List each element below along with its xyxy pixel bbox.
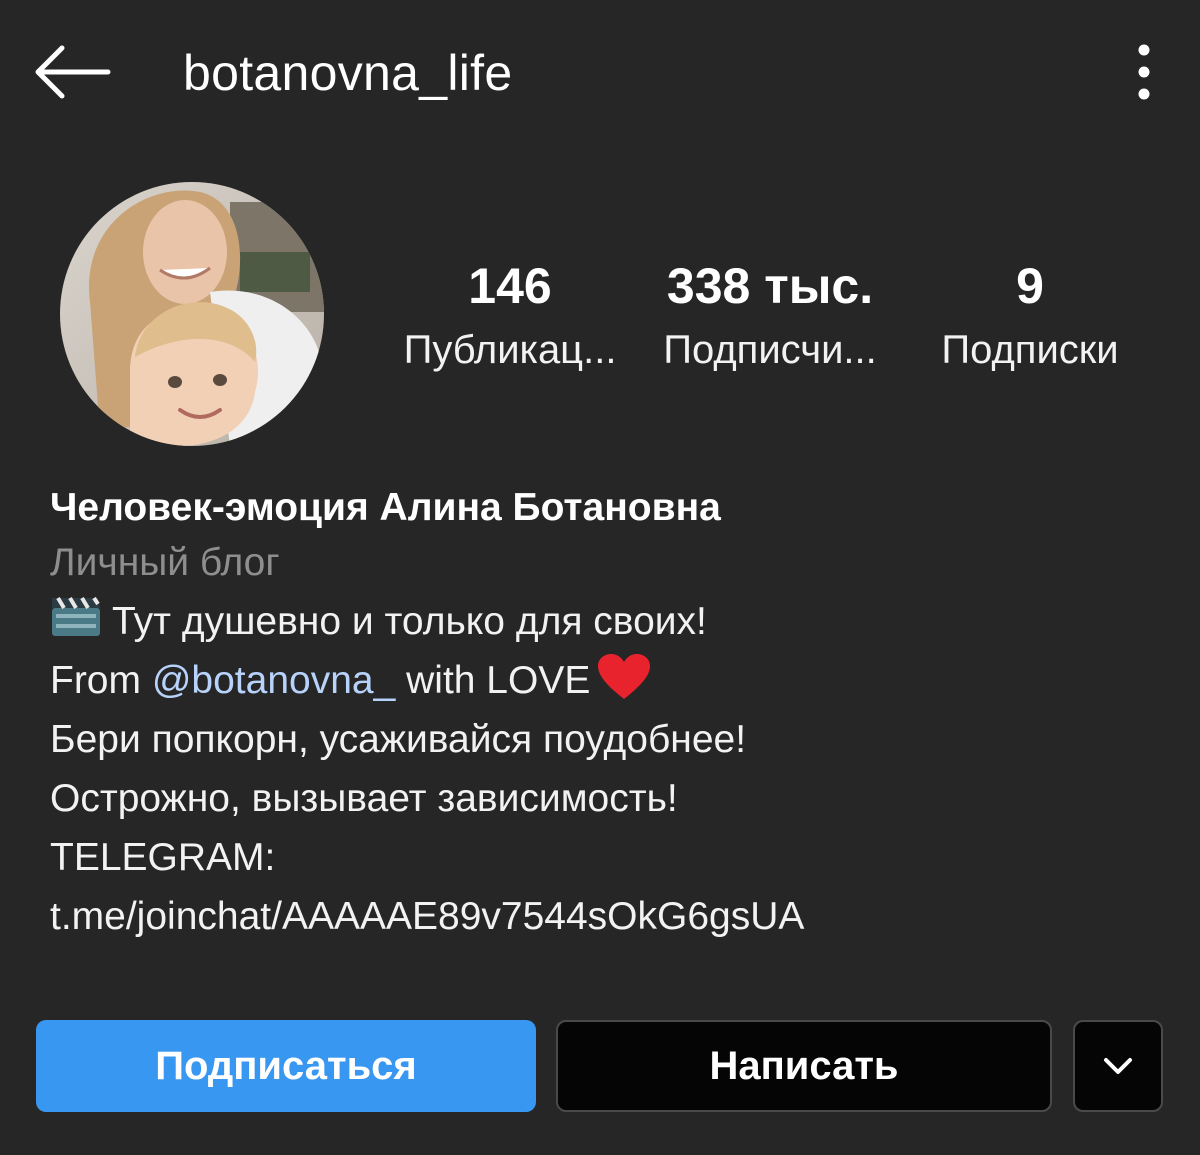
bio-line-5: TELEGRAM: (50, 836, 276, 879)
bio-telegram-link[interactable]: t.me/joinchat/AAAAAE89v7544sOkG6gsUA (50, 887, 1170, 946)
profile-display-name: Человек-эмоция Алина Ботановна (50, 486, 721, 529)
clapperboard-icon (52, 596, 100, 636)
followers-count[interactable]: 338 тыс. Подписчи... (650, 256, 890, 378)
profile-category: Личный блог (50, 541, 280, 584)
top-bar: botanovna_life (0, 0, 1200, 150)
back-button[interactable] (30, 40, 114, 104)
profile-username: botanovna_life (183, 45, 513, 101)
profile-avatar[interactable] (60, 182, 324, 446)
bio-line-4: Острожно, вызывает зависимость! (50, 777, 678, 820)
bio-line-2-suffix: with LOVE (395, 659, 591, 702)
bio-line-1: Тут душевно и только для своих! (50, 592, 1170, 651)
suggested-accounts-button[interactable] (1073, 1020, 1163, 1112)
more-vertical-icon (1138, 44, 1150, 100)
bio-line-2: From @botanovna_ with LOVE (50, 651, 1170, 710)
more-options-button[interactable] (1120, 40, 1168, 104)
profile-bio: Человек-эмоция Алина Ботановна Личный бл… (50, 482, 1170, 946)
followers-count-label: Подписчи... (663, 328, 877, 372)
arrow-left-icon (35, 45, 111, 99)
bio-line-1-text: Тут душевно и только для своих! (112, 600, 707, 643)
following-count[interactable]: 9 Подписки (925, 256, 1135, 378)
bio-line-3: Бери попкорн, усаживайся поудобнее! (50, 718, 747, 761)
bio-line-2-prefix: From (50, 659, 152, 702)
following-count-value: 9 (1016, 258, 1044, 314)
follow-button[interactable]: Подписаться (36, 1020, 536, 1112)
chevron-down-icon (1104, 1058, 1132, 1074)
followers-count-value: 338 тыс. (666, 258, 874, 314)
posts-count[interactable]: 146 Публикац... (395, 256, 625, 378)
heart-icon (598, 654, 651, 699)
bio-mention-link[interactable]: @botanovna_ (152, 659, 395, 702)
message-button[interactable]: Написать (556, 1020, 1052, 1112)
posts-count-value: 146 (468, 258, 552, 314)
posts-count-label: Публикац... (403, 328, 617, 372)
avatar-photo (60, 182, 324, 446)
following-count-label: Подписки (941, 328, 1119, 372)
